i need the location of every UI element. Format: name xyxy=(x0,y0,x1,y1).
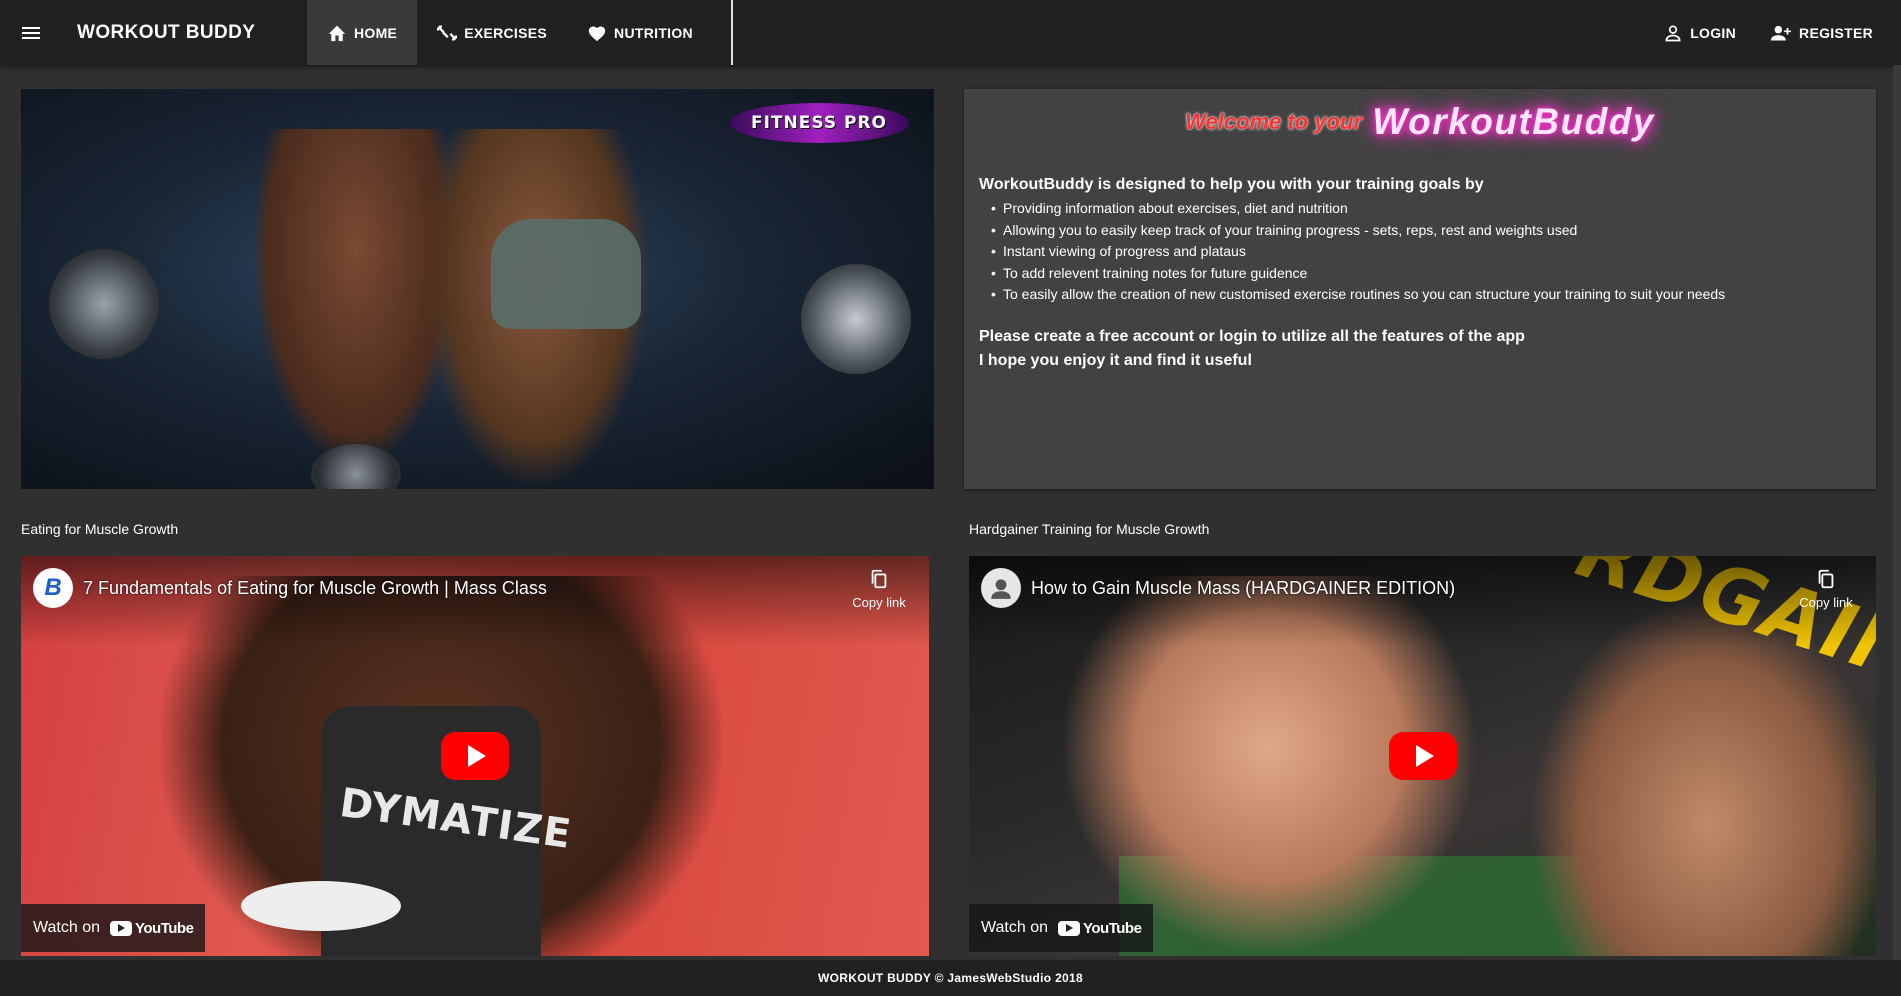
youtube-wordmark: YouTube xyxy=(135,919,194,937)
main-nav: HOME EXERCISES NUTRITION xyxy=(307,0,733,65)
welcome-brand: WorkoutBuddy xyxy=(1372,101,1655,142)
channel-avatar-person-icon xyxy=(991,579,1011,599)
footer-text: WORKOUT BUDDY © JamesWebStudio 2018 xyxy=(818,971,1083,985)
top-app-bar: WORKOUT BUDDY HOME EXERCISES NUTRITION L… xyxy=(0,0,1901,65)
copy-icon xyxy=(1815,568,1837,590)
channel-avatar[interactable]: B xyxy=(33,568,73,608)
feature-item: Providing information about exercises, d… xyxy=(991,198,1861,220)
welcome-cta: Please create a free account or login to… xyxy=(979,325,1861,373)
watch-on-youtube-button[interactable]: Watch on YouTube xyxy=(969,904,1154,952)
login-button[interactable]: LOGIN xyxy=(1647,0,1752,65)
welcome-lead: WorkoutBuddy is designed to help you wit… xyxy=(979,176,1484,193)
nav-home[interactable]: HOME xyxy=(307,0,418,65)
cta-line-1: Please create a free account or login to… xyxy=(979,327,1525,345)
page-scrollbar[interactable] xyxy=(1893,65,1901,960)
video-title-shade xyxy=(969,556,1876,646)
person-icon xyxy=(1663,23,1683,43)
app-title: WORKOUT BUDDY xyxy=(77,21,256,43)
dumbbell-plate-left xyxy=(49,249,159,359)
cta-line-2: I hope you enjoy it and find it useful xyxy=(979,351,1252,369)
feature-item: To easily allow the creation of new cust… xyxy=(991,284,1861,306)
watch-on-label: Watch on xyxy=(981,919,1048,936)
youtube-logo-icon: YouTube xyxy=(1058,919,1142,937)
video-section-label-hardgainer: Hardgainer Training for Muscle Growth xyxy=(969,521,1210,537)
feature-item: Allowing you to easily keep track of you… xyxy=(991,220,1861,242)
account-nav: LOGIN REGISTER xyxy=(1647,0,1889,65)
play-icon xyxy=(1415,745,1434,767)
watch-on-label: Watch on xyxy=(33,919,100,936)
play-button[interactable] xyxy=(1388,732,1457,780)
channel-avatar[interactable] xyxy=(981,568,1021,608)
hero-image: FITNESS PRO xyxy=(21,89,934,489)
watch-on-youtube-button[interactable]: Watch on YouTube xyxy=(21,904,206,952)
hero-sports-top xyxy=(491,219,641,329)
feature-item: Instant viewing of progress and plataus xyxy=(991,241,1861,263)
welcome-card: Welcome to your WorkoutBuddy WorkoutBudd… xyxy=(964,89,1876,489)
nav-home-label: HOME xyxy=(354,24,398,41)
home-icon xyxy=(327,24,347,42)
nav-nutrition[interactable]: NUTRITION xyxy=(567,0,713,65)
nav-exercises[interactable]: EXERCISES xyxy=(417,0,567,65)
register-label: REGISTER xyxy=(1799,24,1873,41)
welcome-prefix: Welcome to your xyxy=(1185,109,1362,134)
youtube-video-hardgainer[interactable]: RDGAINER How to Gain Muscle Mass (HARDGA… xyxy=(969,556,1876,956)
footer: WORKOUT BUDDY © JamesWebStudio 2018 xyxy=(0,960,1901,996)
video-title-shade xyxy=(21,556,929,646)
play-button[interactable] xyxy=(441,732,509,780)
welcome-heading: Welcome to your WorkoutBuddy xyxy=(964,101,1876,143)
hamburger-menu-icon xyxy=(22,24,40,42)
youtube-video-eating[interactable]: DYMATIZE B 7 Fundamentals of Eating for … xyxy=(21,556,929,956)
video-section-label-eating: Eating for Muscle Growth xyxy=(21,521,179,537)
youtube-logo-icon: YouTube xyxy=(110,919,194,937)
play-icon xyxy=(468,745,486,767)
heart-icon xyxy=(587,24,607,42)
copy-link-button[interactable]: Copy link xyxy=(1796,568,1856,612)
copy-link-label: Copy link xyxy=(1799,595,1853,610)
copy-link-button[interactable]: Copy link xyxy=(849,568,909,612)
nav-exercises-label: EXERCISES xyxy=(464,24,548,41)
feature-item: To add relevent training notes for futur… xyxy=(991,263,1861,285)
dumbbell-plate-right xyxy=(801,264,911,374)
welcome-body: WorkoutBuddy is designed to help you wit… xyxy=(979,176,1861,373)
person-add-icon xyxy=(1768,23,1792,43)
copy-link-label: Copy link xyxy=(852,595,906,610)
video-thumbnail-bowl xyxy=(241,881,401,931)
register-button[interactable]: REGISTER xyxy=(1752,0,1889,65)
dumbbell-icon xyxy=(437,23,458,43)
nav-nutrition-label: NUTRITION xyxy=(614,24,693,41)
copy-icon xyxy=(868,568,890,590)
youtube-wordmark: YouTube xyxy=(1083,919,1142,937)
video-title[interactable]: 7 Fundamentals of Eating for Muscle Grow… xyxy=(83,578,547,599)
menu-button[interactable] xyxy=(0,0,62,65)
feature-list: Providing information about exercises, d… xyxy=(991,198,1861,306)
nav-divider xyxy=(730,0,733,65)
video-title[interactable]: How to Gain Muscle Mass (HARDGAINER EDIT… xyxy=(1031,578,1455,599)
login-label: LOGIN xyxy=(1690,24,1737,41)
fitness-pro-logo: FITNESS PRO xyxy=(729,103,909,143)
